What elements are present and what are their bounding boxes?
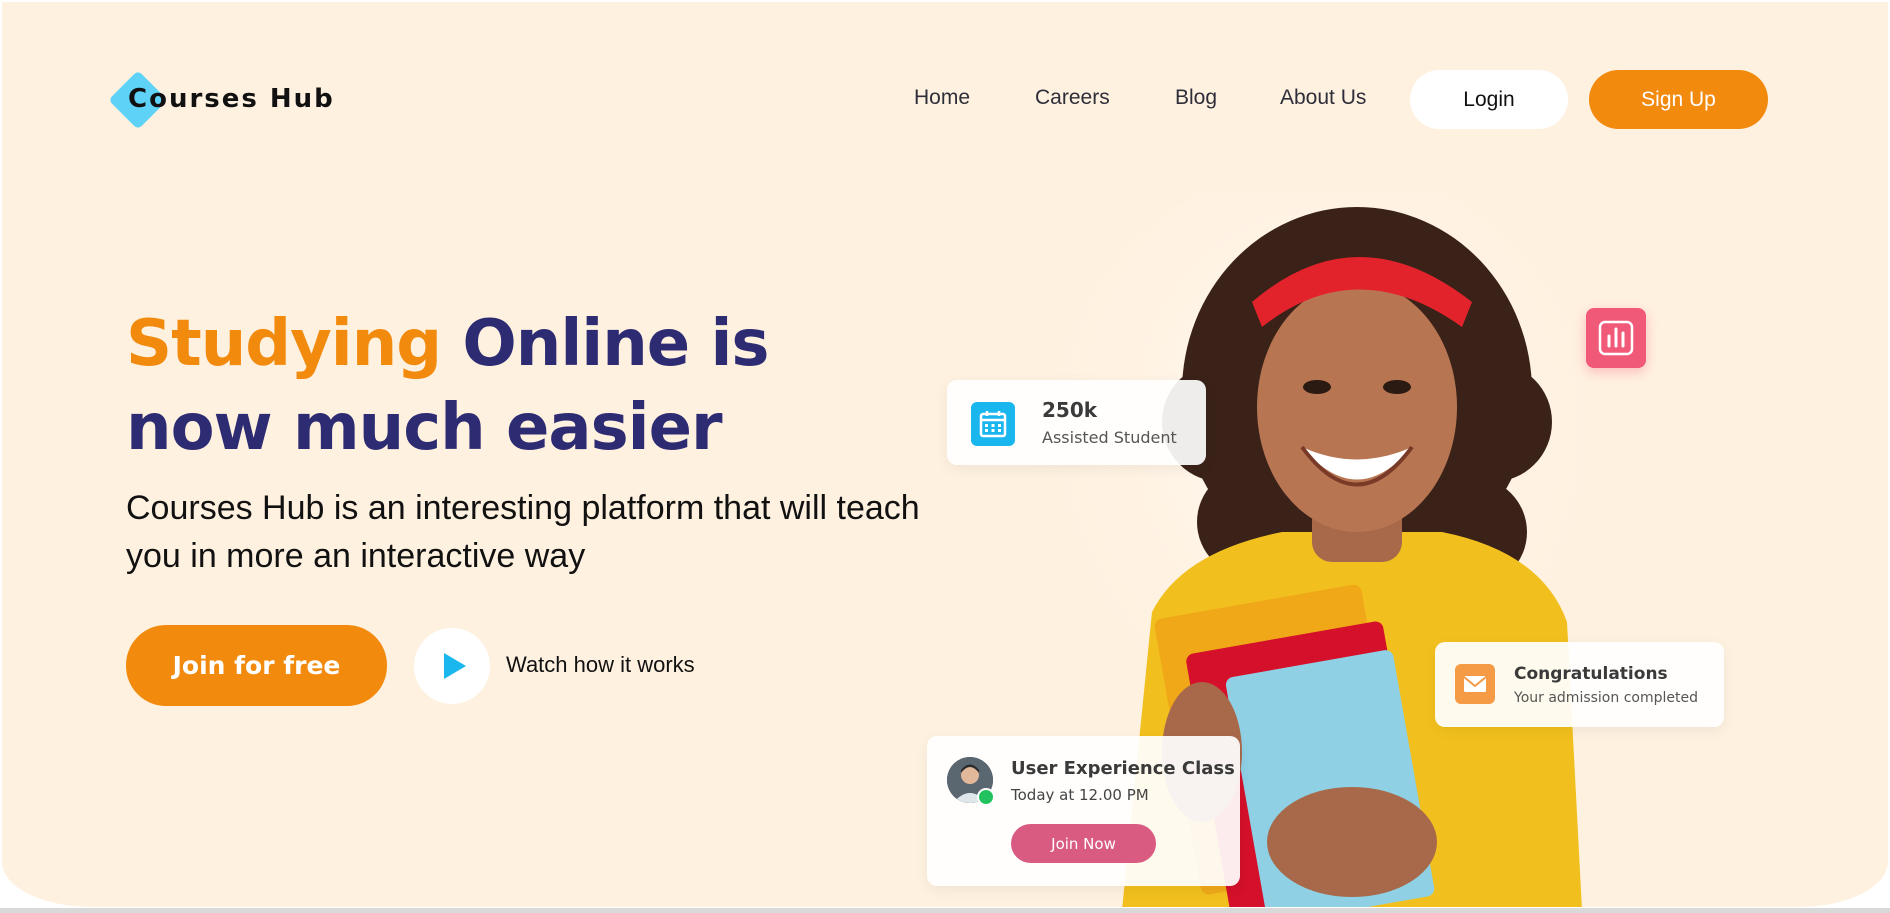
bar-chart-icon: [1586, 308, 1646, 368]
bottom-divider: [0, 908, 1890, 913]
nav-home[interactable]: Home: [914, 86, 970, 110]
join-now-button[interactable]: Join Now: [1011, 824, 1156, 863]
congratulations-desc: Your admission completed: [1514, 690, 1698, 706]
congratulations-card: Congratulations Your admission completed: [1435, 642, 1724, 727]
students-count: 250k: [1042, 398, 1098, 422]
hero-subtext: Courses Hub is an interesting platform t…: [126, 489, 920, 575]
logo-text: Courses Hub: [128, 84, 335, 114]
login-button[interactable]: Login: [1410, 70, 1568, 129]
class-title: User Experience Class: [1011, 758, 1235, 779]
calendar-icon: [971, 402, 1015, 446]
watch-how-it-works-link[interactable]: Watch how it works: [506, 652, 695, 678]
assisted-students-card: 250k Assisted Student: [947, 380, 1206, 465]
class-card: User Experience Class Today at 12.00 PM …: [927, 736, 1240, 886]
play-button[interactable]: [414, 628, 490, 704]
headline-accent: Studying: [126, 307, 442, 381]
nav-blog[interactable]: Blog: [1175, 86, 1217, 110]
nav-about-us[interactable]: About Us: [1280, 86, 1366, 110]
nav-careers[interactable]: Careers: [1035, 86, 1110, 110]
congratulations-title: Congratulations: [1514, 664, 1668, 684]
hero-headline: Studying Online is now much easier: [126, 302, 926, 470]
students-label: Assisted Student: [1042, 428, 1177, 447]
hero-section: Courses Hub Home Careers Blog About Us L…: [2, 2, 1888, 907]
join-for-free-button[interactable]: Join for free: [126, 625, 387, 706]
mail-icon: [1455, 664, 1495, 704]
logo[interactable]: Courses Hub: [108, 70, 337, 132]
play-icon: [444, 653, 466, 679]
online-status-icon: [977, 788, 995, 806]
signup-button[interactable]: Sign Up: [1589, 70, 1768, 129]
class-time: Today at 12.00 PM: [1011, 786, 1149, 804]
